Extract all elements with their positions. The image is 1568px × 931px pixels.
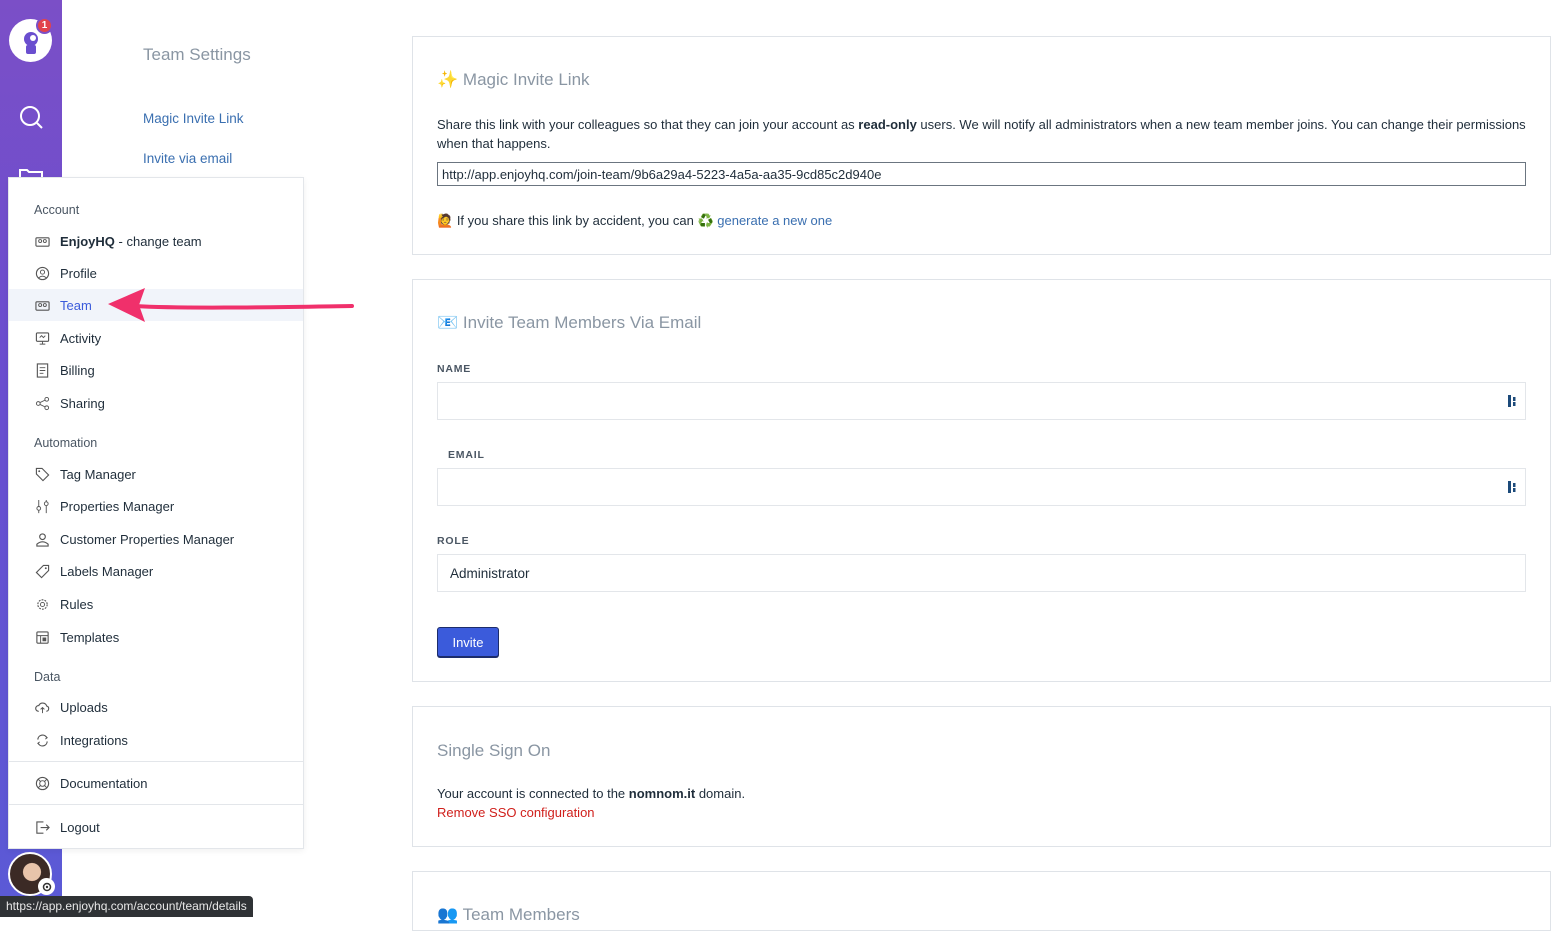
menu-item-rules[interactable]: Rules	[9, 588, 303, 620]
annotation-arrow	[108, 288, 354, 322]
menu-item-tag-manager[interactable]: Tag Manager	[9, 458, 303, 490]
menu-label-customer-properties-manager: Customer Properties Manager	[60, 531, 235, 547]
team-members-card: 👥 Team Members	[412, 871, 1551, 931]
sync-icon	[34, 732, 50, 748]
email-label: EMAIL	[448, 449, 485, 461]
label-icon	[34, 563, 50, 579]
menu-section-account: Account	[34, 203, 80, 217]
invite-button[interactable]: Invite	[437, 627, 499, 657]
tag-icon	[34, 466, 50, 482]
gear-icon[interactable]	[38, 878, 55, 895]
team-icon	[34, 297, 50, 313]
team-settings-title: Team Settings	[143, 45, 251, 64]
menu-item-billing[interactable]: Billing	[9, 354, 303, 386]
menu-item-properties-manager[interactable]: Properties Manager	[9, 490, 303, 522]
gear-icon	[34, 596, 50, 612]
people-icon: 👥	[437, 905, 459, 924]
team-name: EnjoyHQ	[60, 233, 115, 249]
magic-invite-link-card: ✨ Magic Invite Link Share this link with…	[412, 36, 1551, 255]
team-members-title: 👥 Team Members	[437, 905, 580, 925]
menu-label-team: Team	[60, 297, 92, 313]
logout-icon	[34, 819, 50, 835]
menu-divider	[9, 761, 303, 762]
remove-sso-link[interactable]: Remove SSO configuration	[437, 803, 595, 822]
desc-bold: read-only	[858, 117, 917, 132]
magic-invite-link-heading: Magic Invite Link	[462, 70, 590, 89]
sso-status: Your account is connected to the nomnom.…	[437, 784, 745, 803]
user-icon	[34, 531, 50, 547]
menu-divider	[9, 804, 303, 805]
menu-section-data: Data	[34, 670, 61, 684]
menu-label-uploads: Uploads	[60, 699, 108, 715]
name-input[interactable]	[437, 382, 1526, 420]
profile-icon	[34, 265, 50, 281]
menu-section-automation: Automation	[34, 436, 98, 450]
name-label: NAME	[437, 363, 472, 375]
template-icon	[34, 629, 50, 645]
sso-text-2: domain.	[695, 786, 746, 801]
accident-note: 🙋 If you share this link by accident, yo…	[437, 211, 832, 230]
menu-label-integrations: Integrations	[60, 732, 128, 748]
generate-new-link[interactable]: generate a new one	[717, 213, 832, 228]
share-icon	[34, 395, 50, 411]
cloud-upload-icon	[34, 699, 50, 715]
status-bar-url: https://app.enjoyhq.com/account/team/det…	[0, 896, 253, 917]
role-label: ROLE	[437, 535, 470, 547]
email-icon: 📧	[437, 313, 459, 332]
notification-badge: 1	[36, 17, 53, 34]
menu-label-sharing: Sharing	[60, 395, 105, 411]
autofill-icon[interactable]	[1507, 394, 1519, 408]
menu-item-documentation[interactable]: Documentation	[9, 767, 303, 799]
invite-link-input[interactable]: http://app.enjoyhq.com/join-team/9b6a29a…	[437, 162, 1526, 186]
accident-text: If you share this link by accident, you …	[456, 213, 698, 228]
sso-domain: nomnom.it	[628, 786, 696, 801]
magic-invite-link-title: ✨ Magic Invite Link	[437, 70, 590, 90]
menu-item-customer-properties-manager[interactable]: Customer Properties Manager	[9, 523, 303, 555]
sparkles-icon: ✨	[437, 70, 459, 89]
menu-label-tag-manager: Tag Manager	[60, 466, 136, 482]
menu-item-sharing[interactable]: Sharing	[9, 387, 303, 419]
invite-email-title: 📧 Invite Team Members Via Email	[437, 313, 701, 333]
menu-label-templates: Templates	[60, 629, 120, 645]
subnav-invite-via-email[interactable]: Invite via email	[143, 151, 232, 166]
change-team-label: - change team	[114, 233, 202, 249]
raised-hand-icon: 🙋	[437, 213, 454, 228]
sso-card: Single Sign On Your account is connected…	[412, 706, 1551, 847]
subnav-magic-invite-link[interactable]: Magic Invite Link	[143, 111, 244, 126]
invite-email-card: 📧 Invite Team Members Via Email NAME EMA…	[412, 279, 1551, 682]
menu-label-billing: Billing	[60, 362, 95, 378]
sliders-icon	[34, 498, 50, 514]
team-members-heading: Team Members	[462, 905, 580, 924]
activity-icon	[34, 330, 50, 346]
menu-item-templates[interactable]: Templates	[9, 621, 303, 653]
menu-label-rules: Rules	[60, 596, 94, 612]
menu-label-activity: Activity	[60, 330, 102, 346]
team-icon	[34, 233, 50, 249]
invite-email-heading: Invite Team Members Via Email	[462, 313, 702, 332]
menu-item-labels-manager[interactable]: Labels Manager	[9, 555, 303, 587]
menu-label-profile: Profile	[60, 265, 97, 281]
menu-label-labels-manager: Labels Manager	[60, 563, 154, 579]
menu-item-change-team[interactable]: EnjoyHQ - change team	[9, 225, 303, 257]
autofill-icon[interactable]	[1507, 480, 1519, 494]
menu-item-integrations[interactable]: Integrations	[9, 724, 303, 756]
menu-item-logout[interactable]: Logout	[9, 811, 303, 843]
magic-link-description: Share this link with your colleagues so …	[437, 115, 1527, 153]
menu-label-documentation: Documentation	[60, 775, 148, 791]
recycle-icon: ♻️	[697, 213, 714, 228]
receipt-icon	[34, 362, 50, 378]
role-select[interactable]: Administrator	[437, 554, 1526, 592]
email-input[interactable]	[437, 468, 1526, 506]
account-menu: Account EnjoyHQ - change team Profile Te…	[8, 177, 304, 849]
menu-item-activity[interactable]: Activity	[9, 322, 303, 354]
lifebuoy-icon	[34, 775, 50, 791]
menu-item-uploads[interactable]: Uploads	[9, 691, 303, 723]
search-icon[interactable]	[18, 104, 44, 130]
desc-part-1: Share this link with your colleagues so …	[437, 117, 859, 132]
menu-label-logout: Logout	[60, 819, 100, 835]
sso-title: Single Sign On	[437, 741, 551, 760]
sso-text-1: Your account is connected to the	[437, 786, 629, 801]
menu-label-properties-manager: Properties Manager	[60, 498, 175, 514]
